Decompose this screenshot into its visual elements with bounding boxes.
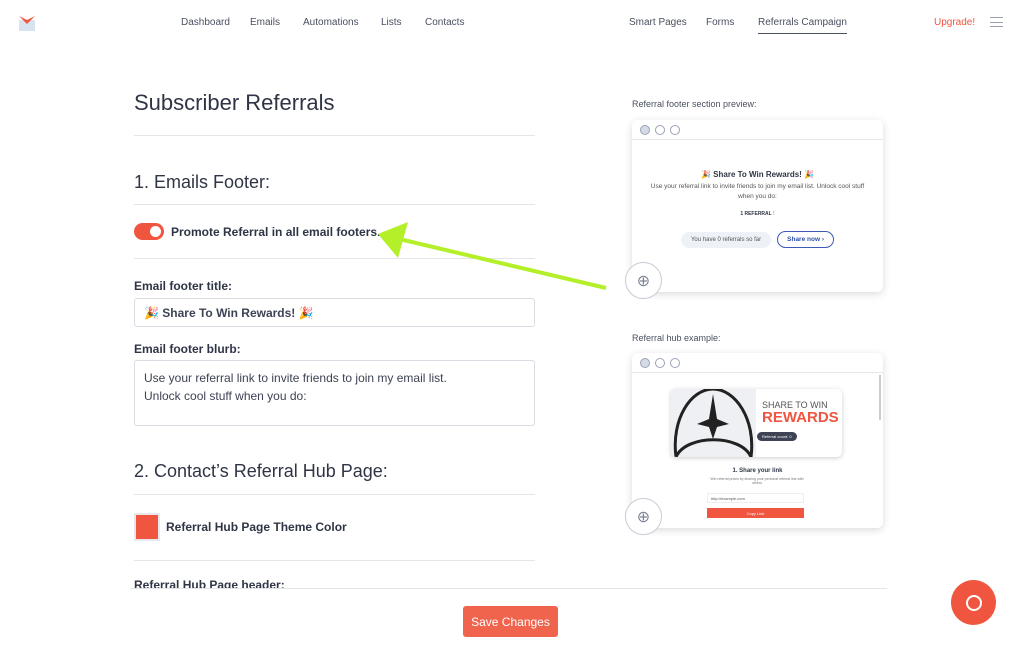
chat-icon [965, 594, 982, 611]
footer-divider [130, 588, 887, 589]
save-changes-button[interactable]: Save Changes [463, 606, 558, 637]
chat-support-button[interactable] [951, 580, 996, 625]
arrow-annotation [378, 222, 607, 290]
